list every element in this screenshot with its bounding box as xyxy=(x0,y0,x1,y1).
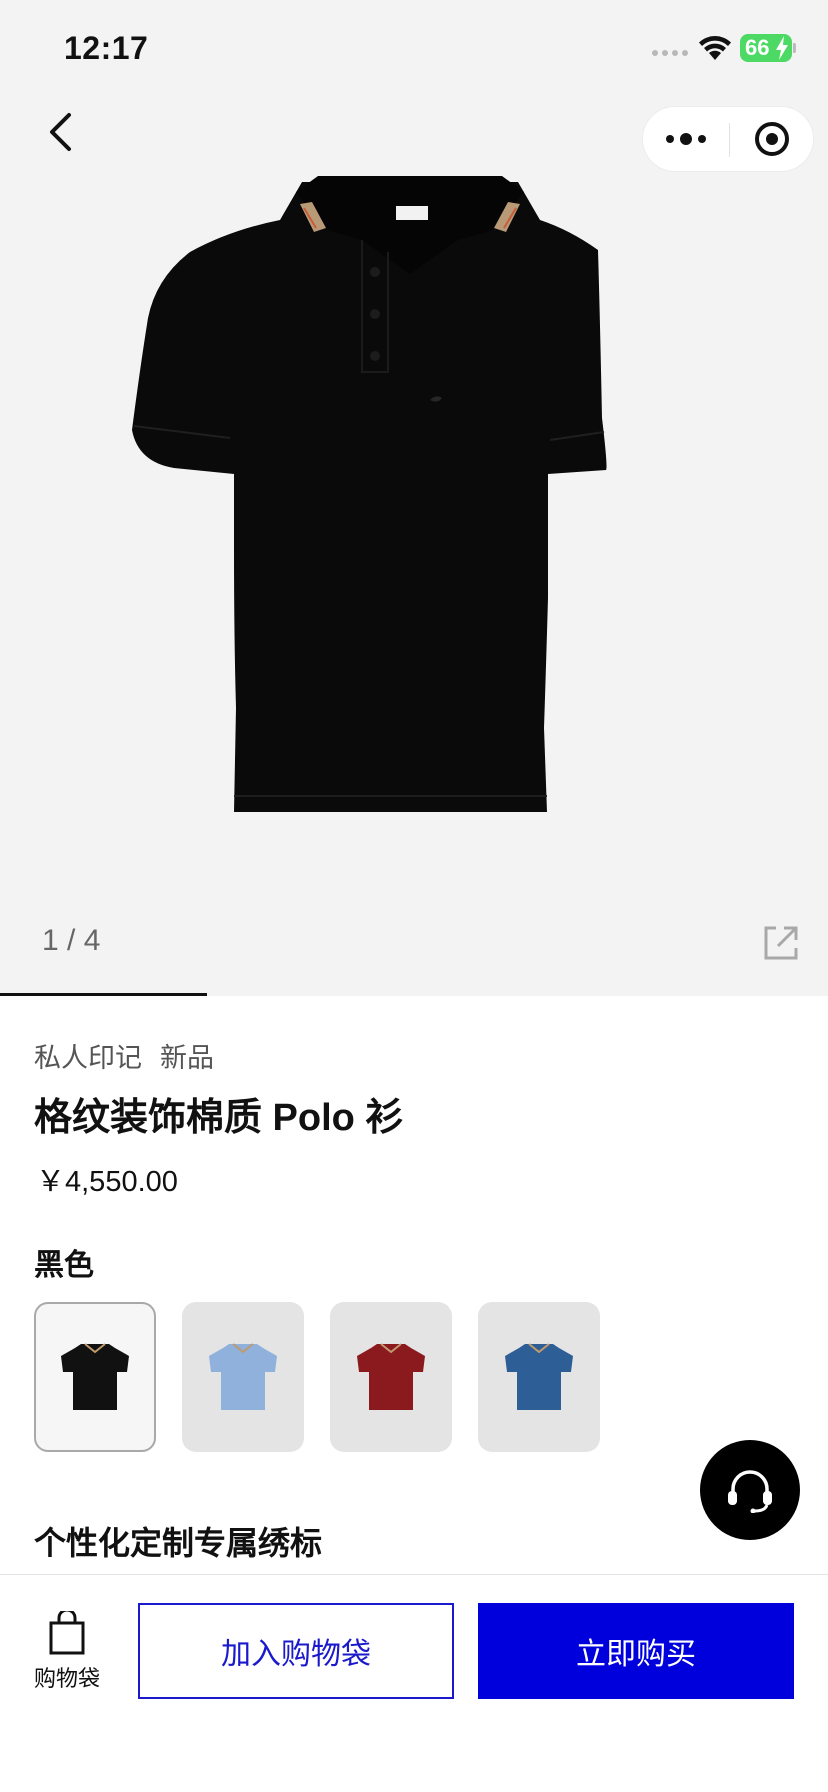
color-swatches xyxy=(34,1302,600,1452)
battery-tip xyxy=(793,43,796,53)
product-image[interactable] xyxy=(130,168,690,828)
charging-bolt-icon xyxy=(776,36,788,60)
swatch-navy-blue[interactable] xyxy=(478,1302,600,1452)
product-gallery[interactable]: 12:17 66 1 / 4 xyxy=(0,0,828,996)
add-to-bag-button[interactable]: 加入购物袋 xyxy=(138,1603,454,1699)
swatch-shirt-image xyxy=(209,1343,277,1410)
back-button[interactable] xyxy=(40,108,80,156)
buy-now-button[interactable]: 立即购买 xyxy=(478,1603,794,1699)
product-price: ￥4,550.00 xyxy=(36,1166,178,1198)
swatch-shirt-image xyxy=(357,1343,425,1410)
image-counter: 1 / 4 xyxy=(42,924,101,957)
wifi-icon xyxy=(699,36,731,60)
share-button[interactable] xyxy=(762,924,800,962)
battery-icon: 66 xyxy=(740,34,792,62)
status-bar: 12:17 66 xyxy=(0,0,828,96)
mini-program-capsule xyxy=(642,106,814,172)
cellular-signal-icon xyxy=(652,50,688,56)
close-mini-program-button[interactable] xyxy=(730,107,814,171)
product-title: 格纹装饰棉质 Polo 衫 xyxy=(34,1097,404,1139)
more-button[interactable] xyxy=(643,107,729,171)
battery-level: 66 xyxy=(745,35,770,60)
tag-private-imprint: 私人印记 xyxy=(34,1043,142,1073)
shopping-bag-label: 购物袋 xyxy=(33,1666,100,1691)
gallery-progress-fill xyxy=(0,993,207,996)
status-time: 12:17 xyxy=(64,30,149,66)
tag-new: 新品 xyxy=(160,1043,214,1073)
shopping-bag-icon xyxy=(49,1611,85,1655)
more-icon xyxy=(666,133,706,145)
swatch-shirt-image xyxy=(505,1343,573,1410)
swatch-shirt-image xyxy=(61,1343,129,1410)
swatch-light-blue[interactable] xyxy=(182,1302,304,1452)
gallery-progress-track xyxy=(0,993,828,996)
share-icon xyxy=(764,926,798,960)
customer-service-button[interactable] xyxy=(700,1440,800,1540)
product-tags: 私人印记 新品 xyxy=(34,1036,214,1075)
personalization-section-title: 个性化定制专属绣标 xyxy=(34,1525,323,1561)
headset-icon xyxy=(728,1470,772,1513)
selected-color-label: 黑色 xyxy=(34,1249,94,1282)
swatch-burgundy[interactable] xyxy=(330,1302,452,1452)
back-icon xyxy=(50,113,71,151)
target-icon xyxy=(755,122,789,156)
shopping-bag-tab[interactable]: 购物袋 xyxy=(24,1611,110,1701)
swatch-black[interactable] xyxy=(34,1302,156,1452)
bottom-action-bar: 购物袋 加入购物袋 立即购买 xyxy=(0,1574,828,1792)
